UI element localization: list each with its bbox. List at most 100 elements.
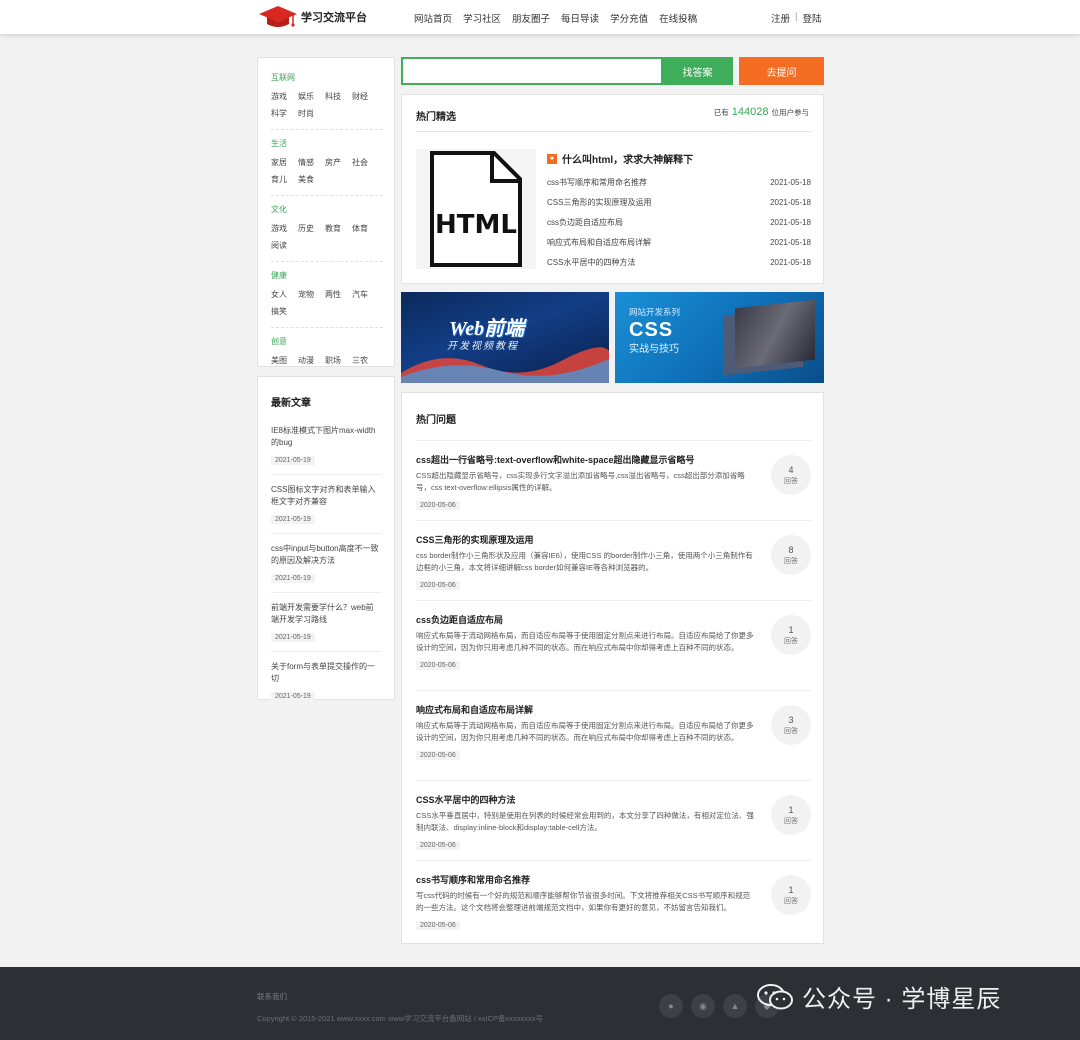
category-item[interactable]: 三农 <box>352 352 379 369</box>
list-item[interactable]: css负边距自适应布局 2021-05-18 <box>547 212 811 232</box>
category-item[interactable]: 家居 <box>271 154 298 171</box>
nav-daily[interactable]: 每日导读 <box>561 11 599 25</box>
answer-count-badge[interactable]: 1 回答 <box>771 875 811 915</box>
category-title[interactable]: 健康 <box>271 270 383 281</box>
weibo-icon[interactable]: ◉ <box>691 994 715 1018</box>
answer-count-badge[interactable]: 8 回答 <box>771 535 811 575</box>
category-group: 创意 美图 动漫 职场 三农 <box>271 336 383 376</box>
answer-count-badge[interactable]: 4 回答 <box>771 455 811 495</box>
article-link[interactable]: 前端开发需要学什么？web前端开发学习路线 <box>271 602 381 626</box>
search-input[interactable] <box>401 57 663 85</box>
question-description: CSS超出隐藏显示省略号，css实现多行文字溢出添加省略号,css溢出省略号，c… <box>416 471 745 492</box>
answer-count: 1 <box>788 804 794 815</box>
ask-question-button[interactable]: 去提问 <box>739 57 824 85</box>
category-title[interactable]: 文化 <box>271 204 383 215</box>
category-item[interactable]: 情感 <box>298 154 325 171</box>
date-badge: 2021-05-19 <box>271 456 315 465</box>
category-item[interactable]: 搞笑 <box>271 303 298 320</box>
question-title[interactable]: css负边距自适应布局 <box>416 613 756 626</box>
css-banner[interactable]: 网站开发系列 CSS 实战与技巧 <box>615 292 824 383</box>
question-title[interactable]: css超出一行省略号:text-overflow和white-space超出隐藏… <box>416 453 756 466</box>
banner-subtitle: 开发视频教程 <box>447 341 519 352</box>
category-item[interactable]: 游戏 <box>271 220 298 237</box>
category-item[interactable]: 历史 <box>298 220 325 237</box>
list-item[interactable]: CSS三角形的实现原理及运用 2021-05-18 <box>547 192 811 212</box>
category-group: 健康 女人 宠物 两性 汽车 搞笑 <box>271 270 383 328</box>
divider <box>416 131 811 132</box>
web-frontend-banner[interactable]: Web前端 开发视频教程 <box>401 292 609 383</box>
feature-thumbnail[interactable]: HTML <box>416 149 536 269</box>
site-logo[interactable]: 学习交流平台 <box>258 4 367 30</box>
find-answer-button[interactable]: 找答案 <box>662 57 733 85</box>
category-item[interactable]: 社会 <box>352 154 379 171</box>
android-icon[interactable]: ▲ <box>723 994 747 1018</box>
banner-subtitle: 实战与技巧 <box>629 344 679 355</box>
category-item[interactable]: 汽车 <box>352 286 379 303</box>
question-title[interactable]: 响应式布局和自适应布局详解 <box>416 703 756 716</box>
article-link[interactable]: IE8标准模式下图片max-width的bug <box>271 425 381 449</box>
answer-count: 1 <box>788 624 794 635</box>
list-item: css中input与button高度不一致的原因及解决方法 2021-05-19 <box>271 543 381 593</box>
category-item[interactable]: 财经 <box>352 88 379 105</box>
category-item[interactable]: 两性 <box>325 286 352 303</box>
nav-recharge[interactable]: 学分充值 <box>610 11 648 25</box>
category-item[interactable]: 教育 <box>325 220 352 237</box>
answer-label: 回答 <box>784 637 798 645</box>
answer-count: 8 <box>788 544 794 555</box>
category-item[interactable]: 美图 <box>271 352 298 369</box>
category-item[interactable]: 职场 <box>325 352 352 369</box>
answer-count-badge[interactable]: 1 回答 <box>771 795 811 835</box>
contact-link[interactable]: 联系我们 <box>257 991 287 1002</box>
category-item[interactable]: 动漫 <box>298 352 325 369</box>
date-badge: 2020-05-06 <box>416 841 460 850</box>
category-item[interactable]: 科技 <box>325 88 352 105</box>
category-item[interactable]: 美食 <box>298 171 325 188</box>
category-title[interactable]: 创意 <box>271 336 383 347</box>
article-link[interactable]: 关于form与表单提交操作的一切 <box>271 661 381 685</box>
wechat-icon[interactable]: ● <box>659 994 683 1018</box>
article-link[interactable]: css中input与button高度不一致的原因及解决方法 <box>271 543 381 567</box>
category-item[interactable]: 体育 <box>352 220 379 237</box>
answer-count-badge[interactable]: 1 回答 <box>771 615 811 655</box>
category-item[interactable]: 育儿 <box>271 171 298 188</box>
article-link[interactable]: CSS图标文字对齐和表单输入框文字对齐兼容 <box>271 484 381 508</box>
question-item: 响应式布局和自适应布局详解 响应式布局等于流动网格布局，而自适应布局等于使用固定… <box>416 690 811 780</box>
category-item[interactable]: 女人 <box>271 286 298 303</box>
category-item[interactable]: 时尚 <box>298 105 325 122</box>
question-title[interactable]: css书写顺序和常用命名推荐 <box>416 873 756 886</box>
category-title[interactable]: 互联网 <box>271 72 383 83</box>
category-item[interactable]: 阅读 <box>271 237 298 254</box>
list-item[interactable]: CSS水平居中的四种方法 2021-05-18 <box>547 252 811 272</box>
question-title[interactable]: CSS水平居中的四种方法 <box>416 793 756 806</box>
question-item: css负边距自适应布局 响应式布局等于流动网格布局，而自适应布局等于使用固定分割… <box>416 600 811 690</box>
register-link[interactable]: 注册 <box>771 11 790 25</box>
feature-headline[interactable]: ● 什么叫html，求求大神解释下 <box>547 151 693 166</box>
copyright-text: Copyright © 2015-2021 www.xxxx.com www学习… <box>257 1014 543 1023</box>
list-item[interactable]: css书写顺序和常用命名推荐 2021-05-18 <box>547 172 811 192</box>
login-link[interactable]: 登陆 <box>802 11 821 25</box>
answer-count: 1 <box>788 884 794 895</box>
hot-item-title: CSS水平居中的四种方法 <box>547 257 636 267</box>
question-title[interactable]: CSS三角形的实现原理及运用 <box>416 533 756 546</box>
main-nav: 网站首页 学习社区 朋友圈子 每日导读 学分充值 在线投稿 <box>414 11 697 25</box>
category-title[interactable]: 生活 <box>271 138 383 149</box>
participant-count: 144028 <box>731 106 769 118</box>
nav-home[interactable]: 网站首页 <box>414 11 452 25</box>
latest-articles-title: 最新文章 <box>271 398 311 409</box>
category-item[interactable]: 娱乐 <box>298 88 325 105</box>
hot-item-date: 2021-05-18 <box>770 237 811 247</box>
answer-label: 回答 <box>784 477 798 485</box>
html-file-icon: HTML <box>430 151 522 267</box>
answer-count-badge[interactable]: 3 回答 <box>771 705 811 745</box>
category-item[interactable]: 科学 <box>271 105 298 122</box>
category-item[interactable]: 房产 <box>325 154 352 171</box>
nav-friends[interactable]: 朋友圈子 <box>512 11 550 25</box>
category-item[interactable]: 宠物 <box>298 286 325 303</box>
nav-community[interactable]: 学习社区 <box>463 11 501 25</box>
rss-icon: ● <box>547 153 557 164</box>
nav-submit[interactable]: 在线投稿 <box>659 11 697 25</box>
answer-label: 回答 <box>784 727 798 735</box>
category-item[interactable]: 游戏 <box>271 88 298 105</box>
auth-separator: | <box>795 11 798 22</box>
list-item[interactable]: 响应式布局和自适应布局详解 2021-05-18 <box>547 232 811 252</box>
